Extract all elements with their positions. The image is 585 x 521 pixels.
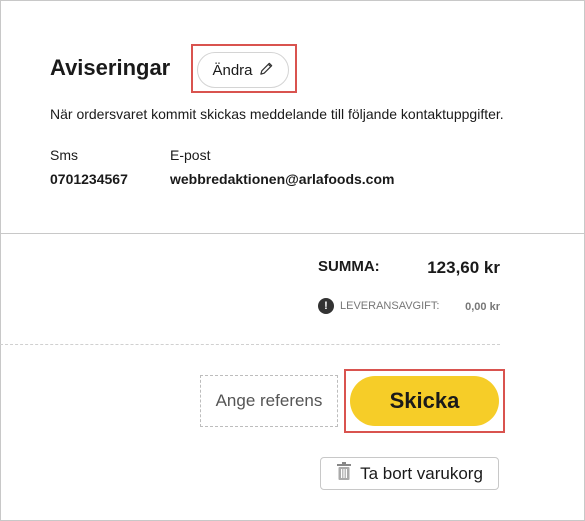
total-value: 123,60 kr bbox=[427, 258, 500, 277]
reference-button[interactable]: Ange referens bbox=[200, 375, 338, 427]
remove-cart-label: Ta bort varukorg bbox=[360, 463, 483, 483]
notifications-intro: När ordersvaret kommit skickas meddeland… bbox=[50, 106, 504, 122]
notifications-title: Aviseringar bbox=[50, 55, 171, 80]
delivery-fee-value: 0,00 kr bbox=[465, 301, 500, 313]
trash-icon bbox=[336, 461, 352, 486]
sms-value: 0701234567 bbox=[50, 171, 128, 187]
section-divider bbox=[0, 233, 585, 234]
summary-divider bbox=[0, 344, 500, 345]
sms-label: Sms bbox=[50, 147, 78, 163]
email-value: webbredaktionen@arlafoods.com bbox=[170, 171, 395, 187]
email-label: E-post bbox=[170, 147, 211, 163]
pencil-icon bbox=[259, 61, 274, 80]
delivery-fee-label: LEVERANSAVGIFT: bbox=[340, 300, 440, 312]
total-label: SUMMA: bbox=[318, 258, 380, 275]
send-button[interactable]: Skicka bbox=[350, 376, 499, 426]
edit-button[interactable]: Ändra bbox=[197, 52, 289, 88]
edit-button-label: Ändra bbox=[212, 61, 253, 79]
delivery-fee-row: ! LEVERANSAVGIFT: bbox=[318, 298, 439, 314]
remove-cart-button[interactable]: Ta bort varukorg bbox=[320, 457, 499, 490]
info-icon[interactable]: ! bbox=[318, 298, 334, 314]
